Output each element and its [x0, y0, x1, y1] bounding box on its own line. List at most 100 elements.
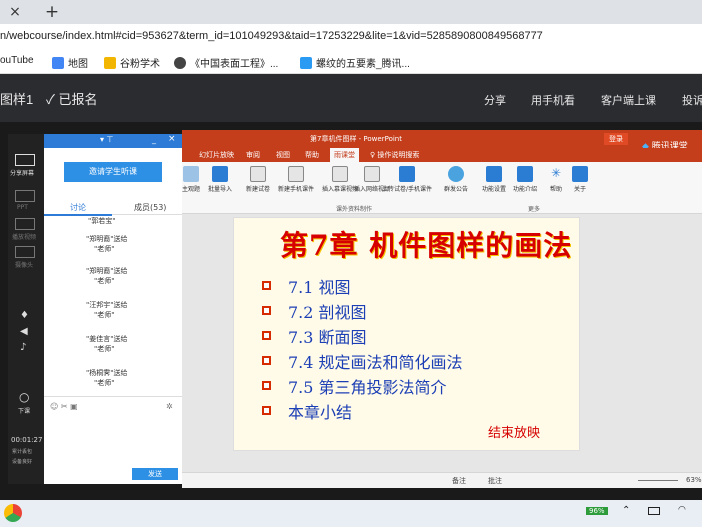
settings-icon[interactable]: ✲ — [166, 402, 173, 411]
ppt-statusbar: 备注 批注 63% — [182, 472, 702, 488]
end-slideshow-link[interactable]: 结束放映 — [488, 422, 540, 441]
tab-bar: × + — [0, 0, 702, 24]
tab-slideshow[interactable]: 幻灯片放映 — [199, 150, 234, 160]
comments-button[interactable]: 批注 — [488, 476, 502, 486]
ppt-label: PPT — [17, 204, 28, 211]
intro-icon — [517, 166, 533, 182]
ribbon-label: 帮助 — [549, 186, 562, 193]
share-link[interactable]: 分享 — [484, 92, 506, 108]
scholar-icon — [104, 56, 116, 69]
new-exam-button[interactable]: 新建试卷 — [246, 166, 270, 193]
tab-view[interactable]: 视图 — [276, 150, 290, 160]
address-bar[interactable]: n/webcourse/index.html#cid=953627&term_i… — [0, 24, 702, 52]
notes-button[interactable]: 备注 — [452, 476, 466, 486]
volume-icon[interactable]: ◀ — [20, 326, 28, 337]
chat-message-target: "老师" — [94, 345, 115, 353]
upload-icon — [399, 166, 416, 182]
gear-icon — [486, 166, 502, 182]
import-icon — [212, 166, 228, 182]
pin-icon[interactable]: ▾ ⊤ — [100, 135, 114, 144]
emoji-icon[interactable]: ☺ ✂ ▣ — [50, 402, 78, 411]
web-video-icon — [364, 166, 380, 182]
insert-mooc-button[interactable]: 插入慕课视频 — [322, 166, 358, 193]
mobile-link[interactable]: 用手机看 — [531, 92, 575, 108]
url-text[interactable]: n/webcourse/index.html#cid=953627&term_i… — [0, 30, 543, 42]
help-icon: ✳ — [548, 166, 564, 182]
tab-search[interactable]: ♀ 操作说明搜索 — [370, 150, 419, 160]
map-icon — [52, 56, 64, 69]
play-video-icon[interactable] — [15, 218, 35, 230]
send-button[interactable]: 发送 — [132, 468, 178, 480]
device-status: 设备良好 — [12, 459, 33, 465]
ribbon-label: 功能介绍 — [513, 186, 538, 193]
minimize-icon[interactable]: _ — [152, 135, 156, 144]
tab-discuss[interactable]: 讨论 — [70, 202, 86, 213]
chat-panel: ▾ ⊤ _ × 邀请学生听课 讨论 成员(53) "郭若宝" "郑明裔"送给 "… — [44, 134, 182, 484]
end-class-icon[interactable]: ○ — [19, 390, 29, 404]
upload-button[interactable]: 上传试卷/手机课件 — [382, 166, 432, 193]
help-button[interactable]: ✳ 帮助 — [548, 166, 564, 193]
bookmark-map[interactable]: 地图 — [52, 55, 88, 70]
os-taskbar: 96% ⌃ ◠ — [0, 500, 702, 527]
ribbon-label: 群发公告 — [444, 186, 469, 193]
intro-button[interactable]: 功能介绍 — [513, 166, 537, 193]
chrome-icon[interactable] — [4, 504, 22, 522]
bookmark-label: ouTube — [0, 55, 34, 66]
client-link[interactable]: 客户端上课 — [601, 92, 656, 108]
zoom-level[interactable]: 63% — [686, 476, 702, 484]
about-button[interactable]: 关于 — [572, 166, 588, 193]
slide[interactable]: 第7章 机件图样的画法 7.1 视图 7.2 剖视图 7.3 断面图 7.4 规… — [233, 217, 580, 451]
share-screen-label: 分享屏幕 — [10, 170, 35, 177]
bookmark-youtube[interactable]: ouTube — [0, 55, 34, 66]
camera-icon[interactable] — [15, 246, 35, 258]
wifi-icon[interactable]: ◠ — [678, 505, 686, 515]
close-icon[interactable]: × — [168, 134, 176, 144]
bookmark-journal[interactable]: 《中国表面工程》... — [174, 55, 278, 70]
batch-import-button[interactable]: 批量导入 — [208, 166, 232, 193]
chevron-up-icon[interactable]: ⌃ — [622, 505, 630, 516]
subjective-button[interactable]: 主观题 — [182, 166, 200, 193]
camera-label: 摄像头 — [15, 262, 34, 269]
login-button[interactable]: 登录 — [604, 133, 628, 145]
ppt-icon[interactable] — [15, 190, 35, 202]
slide-item: 7.5 第三角投影法简介 — [288, 378, 447, 397]
slide-item: 7.4 规定画法和简化画法 — [288, 353, 463, 372]
tab-members[interactable]: 成员(53) — [134, 202, 166, 213]
bullet-icon — [262, 381, 271, 390]
close-tab-icon[interactable]: × — [4, 3, 26, 21]
tab-rain-classroom[interactable]: 雨课堂 — [330, 148, 359, 162]
ppt-titlebar: 第7章机件图样 - PowerPoint 登录 ◆ 腾讯课堂 — [182, 130, 702, 152]
ribbon-label: 新建试卷 — [246, 186, 271, 193]
new-mobile-courseware-button[interactable]: 新建手机课件 — [278, 166, 314, 193]
ribbon-label: 功能设置 — [482, 186, 507, 193]
invite-students-button[interactable]: 邀请学生听课 — [64, 162, 162, 182]
slide-item: 7.3 断面图 — [288, 328, 367, 347]
enrolled-label: 已报名 — [58, 92, 98, 107]
enrolled-badge: ✓ 已报名 — [46, 92, 98, 107]
bookmark-video[interactable]: 螺纹的五要素_腾讯... — [300, 55, 410, 70]
chat-message: "郑明裔"送给 — [86, 267, 128, 275]
chat-message: "郭若宝" — [88, 217, 116, 225]
exam-icon — [250, 166, 266, 182]
end-class-label: 下课 — [18, 408, 31, 415]
chat-message-target: "老师" — [94, 311, 115, 319]
battery-icon[interactable] — [648, 507, 660, 515]
bookmark-scholar[interactable]: 谷粉学术 — [104, 55, 160, 70]
slide-item: 7.2 剖视图 — [288, 303, 367, 322]
tab-review[interactable]: 审阅 — [246, 150, 260, 160]
settings-button[interactable]: 功能设置 — [482, 166, 506, 193]
complaint-link[interactable]: 投诉 — [682, 92, 702, 108]
bullet-icon — [262, 281, 271, 290]
chat-input[interactable] — [48, 416, 178, 464]
tab-help[interactable]: 帮助 — [305, 150, 319, 160]
ribbon-label: 插入慕课视频 — [322, 186, 359, 193]
chat-titlebar: ▾ ⊤ _ × — [44, 134, 182, 148]
chat-message: "郑明裔"送给 — [86, 235, 128, 243]
share-screen-icon[interactable] — [15, 154, 35, 166]
zoom-slider[interactable] — [638, 480, 678, 481]
mic-icon[interactable]: ♦ — [20, 310, 29, 321]
ribbon-label: 关于 — [573, 186, 586, 193]
music-icon[interactable]: ♪ — [20, 342, 26, 353]
broadcast-button[interactable]: 群发公告 — [444, 166, 468, 193]
new-tab-button[interactable]: + — [42, 2, 62, 22]
